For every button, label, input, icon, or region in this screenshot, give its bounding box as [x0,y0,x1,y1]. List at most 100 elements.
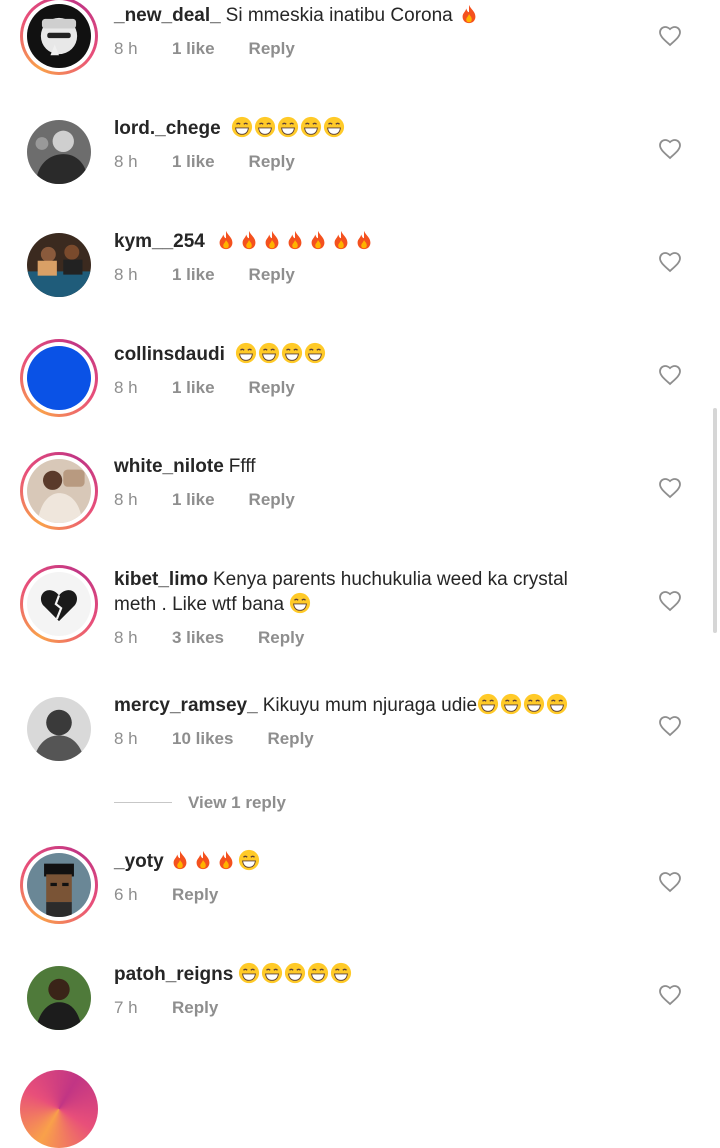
view-replies-label[interactable]: View 1 reply [188,793,286,813]
username[interactable]: white_nilote [114,456,224,477]
timestamp: 8 h [114,39,138,58]
grin-emoji-icon [254,116,276,138]
emoji-group [230,342,327,365]
reply-button[interactable]: Reply [258,627,304,649]
scrollbar[interactable] [713,408,717,633]
avatar[interactable] [20,452,98,530]
grin-emoji-icon [282,342,303,364]
comment-text: Ffff [228,456,256,477]
avatar[interactable] [27,233,91,297]
grin-emoji-icon [285,962,306,984]
comment-meta: 8 h 3 likes Reply [114,627,614,649]
avatar[interactable] [27,966,91,1030]
reply-button[interactable]: Reply [249,264,295,286]
grin-emoji-icon [305,342,326,364]
heart-icon[interactable] [658,714,682,738]
grin-emoji-icon [236,342,257,364]
comment-text-continued: meth . Like wtf bana [114,594,285,615]
avatar[interactable] [20,339,98,417]
reply-button[interactable]: Reply [249,151,295,173]
timestamp: 8 h [114,152,138,171]
avatar-image [27,853,91,917]
grin-emoji-icon [331,962,352,984]
comment-line: kym__254 [114,229,614,254]
reply-button[interactable]: Reply [249,377,295,399]
username[interactable]: mercy_ramsey_ [114,695,258,716]
username[interactable]: lord._chege [114,118,221,139]
comment-text: Si mmeskia inatibu Corona [225,5,453,26]
avatar-image [27,697,91,761]
grin-emoji-icon [323,116,345,138]
likes-count[interactable]: 1 like [172,489,215,511]
avatar[interactable] [27,120,91,184]
likes-count[interactable]: 1 like [172,264,215,286]
avatar-image [27,459,91,523]
fire-emoji-icon [173,850,187,870]
avatar[interactable] [20,846,98,924]
comment-meta: 6 h Reply [114,884,614,906]
fire-emoji-icon [288,230,302,250]
comment-meta: 8 h 1 like Reply [114,151,614,173]
avatar[interactable] [20,1070,98,1148]
avatar-image [27,572,91,636]
heart-icon[interactable] [658,24,682,48]
timestamp: 8 h [114,378,138,397]
comment-line: white_nilote Ffff [114,455,614,479]
grin-emoji-icon [546,693,568,715]
timestamp: 8 h [114,490,138,509]
comment-line: collinsdaudi [114,342,614,367]
likes-count[interactable]: 3 likes [172,627,224,649]
fire-emoji-icon [242,230,256,250]
heart-icon[interactable] [658,137,682,161]
username[interactable]: kym__254 [114,231,205,252]
likes-count[interactable]: 1 like [172,38,215,60]
fire-emoji-icon [265,230,279,250]
avatar-image [27,346,91,410]
emoji-group [169,849,261,872]
emoji-group [226,116,346,139]
username[interactable]: _new_deal_ [114,5,221,26]
grin-emoji-icon [477,693,499,715]
heart-icon[interactable] [658,363,682,387]
comment-meta: 8 h 1 like Reply [114,264,614,286]
fire-emoji-icon [334,230,348,250]
grin-emoji-icon [308,962,329,984]
heart-icon[interactable] [658,250,682,274]
avatar[interactable] [27,697,91,761]
reply-button[interactable]: Reply [249,489,295,511]
likes-count[interactable]: 1 like [172,377,215,399]
username[interactable]: collinsdaudi [114,344,225,365]
avatar-image [27,966,91,1030]
comment-text: Kikuyu mum njuraga udie [262,695,478,716]
avatar-image [27,4,91,68]
timestamp: 8 h [114,628,138,647]
comment-line: mercy_ramsey_ Kikuyu mum njuraga udie [114,693,614,718]
reply-button[interactable]: Reply [249,38,295,60]
comment-line: patoh_reigns [114,962,614,987]
heart-icon[interactable] [658,870,682,894]
emoji-group [210,230,376,252]
grin-emoji-icon [500,693,522,715]
heart-icon[interactable] [658,476,682,500]
likes-count[interactable]: 1 like [172,151,215,173]
heart-icon[interactable] [658,589,682,613]
timestamp: 6 h [114,885,138,904]
heart-icon[interactable] [658,983,682,1007]
reply-button[interactable]: Reply [172,884,218,906]
reply-button[interactable]: Reply [267,728,313,750]
timestamp: 8 h [114,265,138,284]
timestamp: 8 h [114,729,138,748]
grin-emoji-icon [290,592,311,614]
grin-emoji-icon [300,116,322,138]
likes-count[interactable]: 10 likes [172,728,233,750]
comment-meta: 8 h 10 likes Reply [114,728,614,750]
avatar[interactable] [20,565,98,643]
username[interactable]: _yoty [114,851,164,872]
grin-emoji-icon [523,693,545,715]
comment-meta: 8 h 1 like Reply [114,377,614,399]
grin-emoji-icon [262,962,283,984]
reply-button[interactable]: Reply [172,997,218,1019]
username[interactable]: patoh_reigns [114,964,233,985]
avatar[interactable] [20,0,98,75]
username[interactable]: kibet_limo [114,569,208,590]
